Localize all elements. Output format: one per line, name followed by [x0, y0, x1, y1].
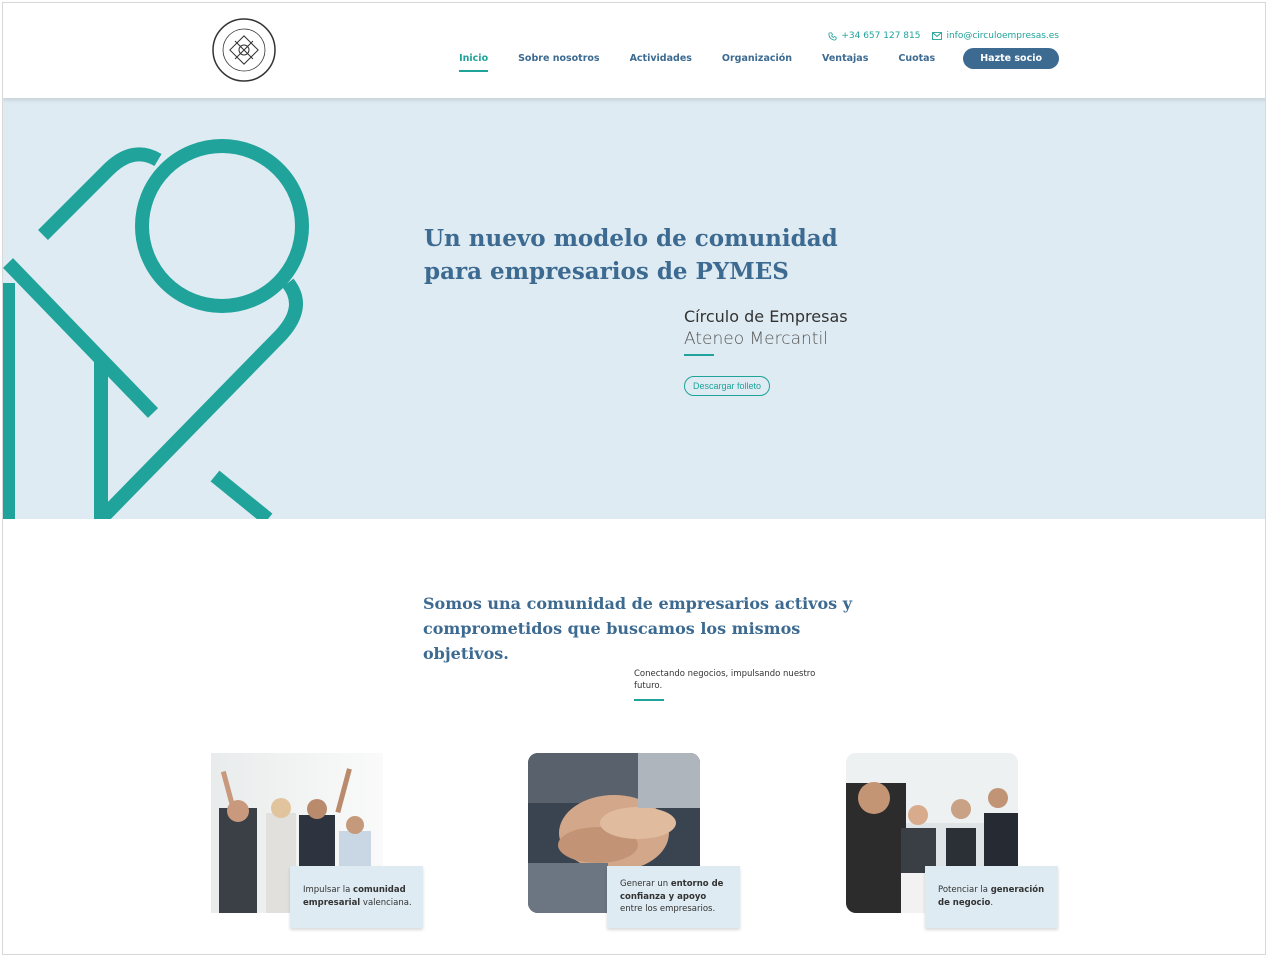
phone-link[interactable]: +34 657 127 815 [828, 31, 920, 41]
nav-item-actividades[interactable]: Actividades [630, 47, 692, 70]
nav-item-sobre-nosotros[interactable]: Sobre nosotros [518, 47, 599, 70]
nav-item-inicio[interactable]: Inicio [459, 47, 488, 72]
nav-item-ventajas[interactable]: Ventajas [822, 47, 868, 70]
feature-card-2: Generar un entorno de confianza y apoyo … [528, 753, 743, 931]
feature-card-1-caption: Impulsar la comunidad empresarial valenc… [290, 866, 423, 928]
phone-icon [828, 31, 837, 41]
site-header: +34 657 127 815 info@circuloempresas.es … [3, 3, 1265, 98]
hazte-socio-button[interactable]: Hazte socio [963, 48, 1059, 69]
caption-text: valenciana. [360, 897, 412, 908]
hero-subtitle-line1: Círculo de Empresas [684, 307, 848, 326]
feature-card-3: Potenciar la generación de negocio. [846, 753, 1061, 931]
email-link[interactable]: info@circuloempresas.es [932, 31, 1059, 41]
caption-text: Generar un [620, 879, 671, 889]
feature-card-3-caption: Potenciar la generación de negocio. [925, 866, 1058, 928]
hero-divider [684, 354, 714, 356]
caption-text: Potenciar la [938, 885, 991, 895]
main-nav: Inicio Sobre nosotros Actividades Organi… [459, 47, 1059, 72]
feature-card-1: Impulsar la comunidad empresarial valenc… [211, 753, 426, 931]
hero-subtitle-line2: Ateneo Mercantil [684, 329, 828, 349]
hero-title-line1: Un nuevo modelo de comunidad [424, 225, 838, 252]
intro-title: Somos una comunidad de empresarios activ… [423, 594, 853, 663]
download-brochure-button[interactable]: Descargar folleto [684, 376, 771, 396]
caption-text: . [990, 897, 994, 908]
decorative-logo-shape [3, 139, 309, 519]
hero-title-line2: para empresarios de PYMES [424, 258, 789, 285]
page: +34 657 127 815 info@circuloempresas.es … [2, 2, 1266, 955]
caption-text: Impulsar la [303, 885, 354, 895]
logo[interactable] [211, 17, 277, 83]
contact-info: +34 657 127 815 info@circuloempresas.es [828, 31, 1059, 41]
hero-title: Un nuevo modelo de comunidad para empres… [424, 222, 884, 288]
email-text: info@circuloempresas.es [946, 31, 1059, 41]
nav-item-organizacion[interactable]: Organización [722, 47, 792, 70]
intro-subtitle: Conectando negocios, impulsando nuestro … [634, 669, 816, 691]
caption-text: entre los empresarios. [620, 904, 716, 914]
phone-text: +34 657 127 815 [841, 31, 921, 41]
mail-icon [932, 32, 943, 40]
nav-item-cuotas[interactable]: Cuotas [898, 47, 935, 70]
feature-card-2-caption: Generar un entorno de confianza y apoyo … [607, 866, 740, 928]
hero-section: Un nuevo modelo de comunidad para empres… [3, 98, 1265, 519]
intro-divider [634, 699, 664, 701]
